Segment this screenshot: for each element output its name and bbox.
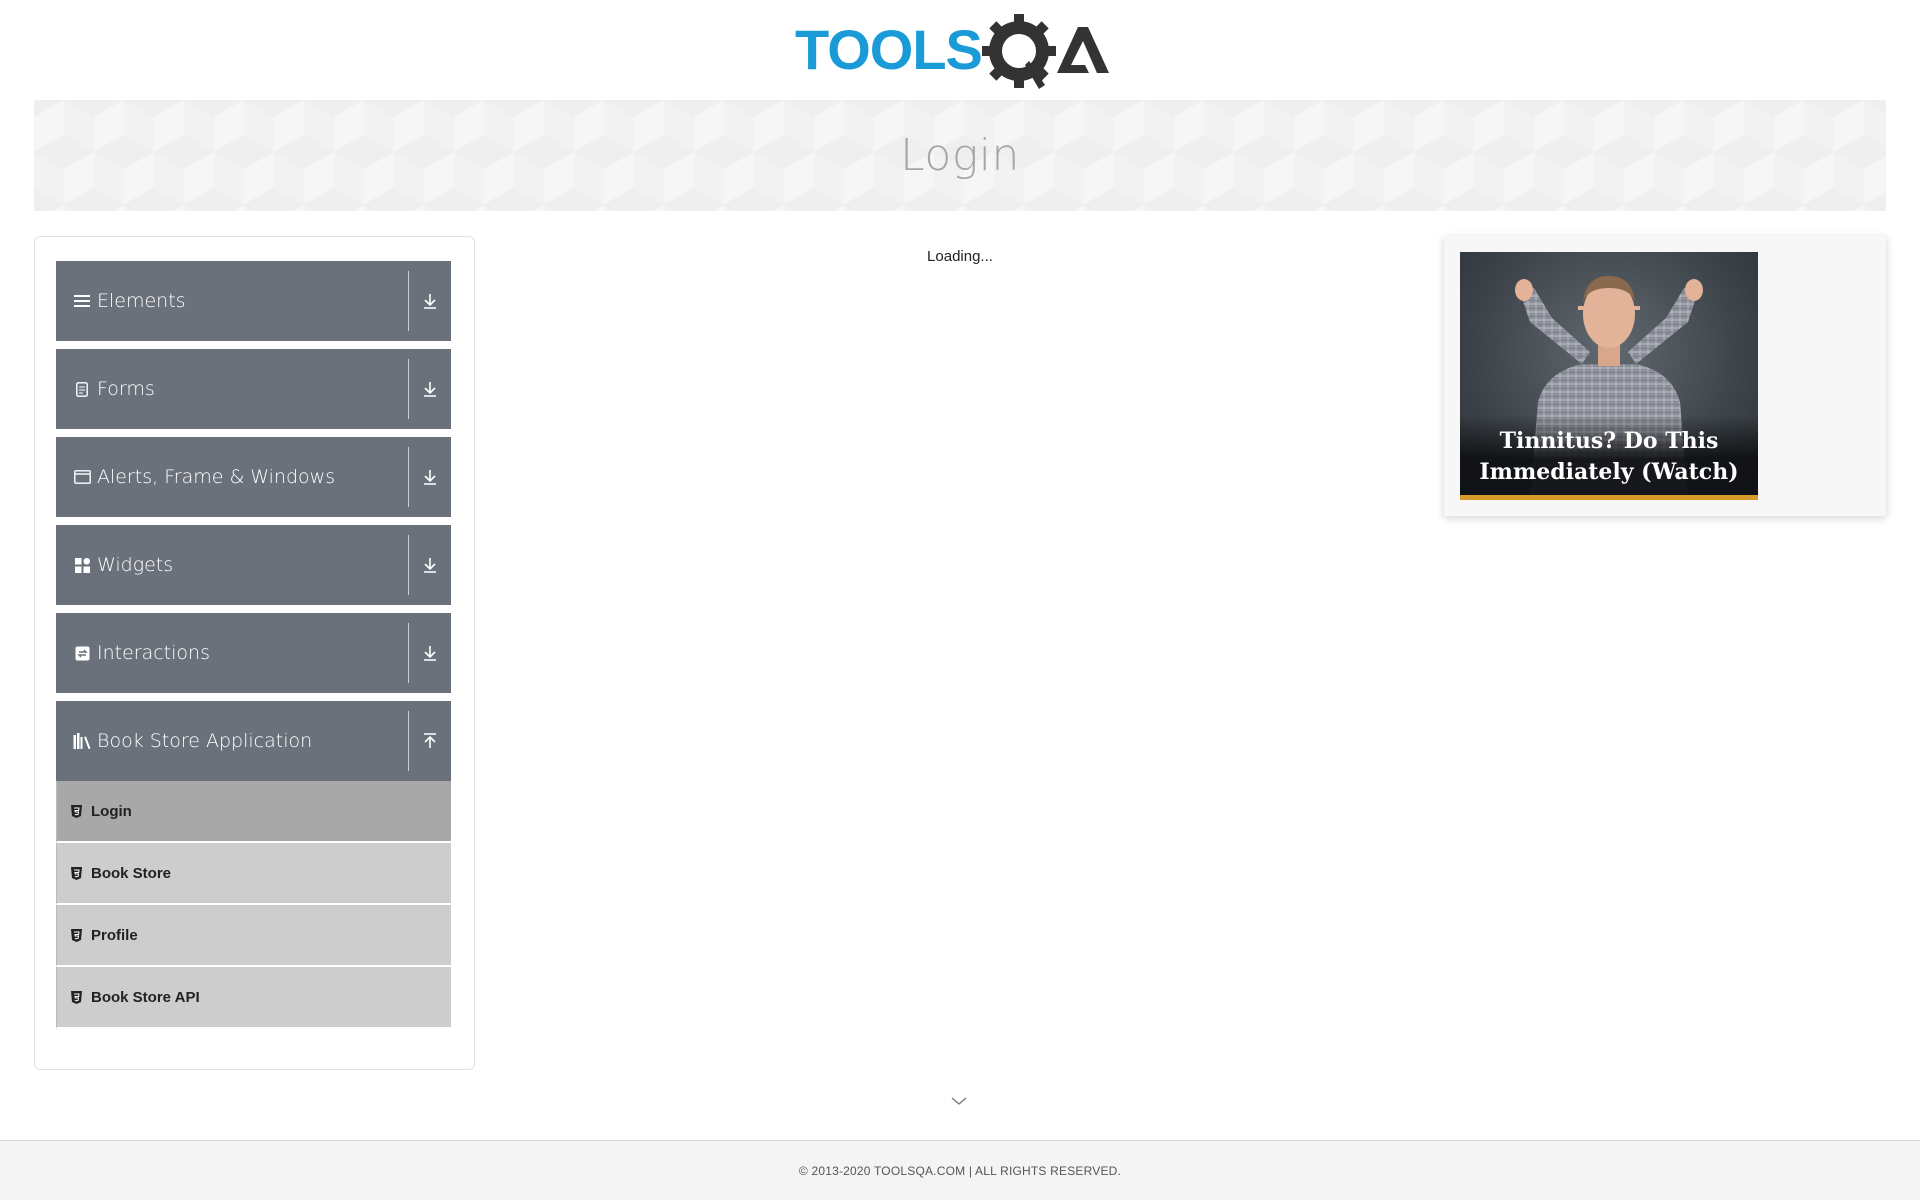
footer: © 2013-2020 TOOLSQA.COM | ALL RIGHTS RES… (0, 1140, 1920, 1200)
sidebar-group-label: Forms (97, 378, 155, 400)
sidebar-group-alerts-frame-windows[interactable]: Alerts, Frame & Windows (56, 437, 451, 517)
divider (408, 447, 409, 507)
sidebar: Elements Forms Alerts, Frame & Windows W… (34, 236, 475, 1070)
ad-headline-line2: Immediately (Watch) (1479, 459, 1739, 485)
expand-down-icon[interactable] (417, 525, 443, 605)
divider (408, 359, 409, 419)
interactions-icon (73, 644, 91, 662)
divider (408, 535, 409, 595)
sidebar-group-book-store-application[interactable]: Book Store Application (56, 701, 451, 781)
menu-icon (73, 292, 91, 310)
sidebar-group-interactions[interactable]: Interactions (56, 613, 451, 693)
html5-icon (71, 928, 83, 942)
window-icon (73, 468, 91, 486)
sidebar-item-label: Book Store API (91, 988, 200, 1006)
form-icon (73, 380, 91, 398)
sidebar-item-book-store[interactable]: Book Store (56, 843, 451, 905)
chevron-down-icon[interactable] (950, 1093, 968, 1111)
sidebar-item-label: Profile (91, 926, 138, 944)
sidebar-group-label: Alerts, Frame & Windows (97, 466, 336, 488)
sidebar-group-widgets[interactable]: Widgets (56, 525, 451, 605)
page-banner: Login (34, 100, 1886, 211)
sidebar-item-label: Book Store (91, 864, 172, 882)
sidebar-item-book-store-api[interactable]: Book Store API (56, 967, 451, 1029)
sidebar-group-label: Elements (97, 290, 186, 312)
sidebar-group-label: Book Store Application (97, 730, 313, 752)
copyright-text: © 2013-2020 TOOLSQA.COM | ALL RIGHTS RES… (798, 1163, 1122, 1178)
sidebar-item-label: Login (91, 802, 132, 820)
sidebar-group-label: Widgets (97, 554, 174, 576)
expand-down-icon[interactable] (417, 613, 443, 693)
divider (408, 711, 409, 771)
sidebar-item-login[interactable]: Login (56, 781, 451, 843)
ad-headline: Tinnitus? Do This Immediately (Watch) (1460, 426, 1758, 488)
html5-icon (71, 804, 83, 818)
divider (408, 623, 409, 683)
ad-image[interactable]: Tinnitus? Do This Immediately (Watch) (1460, 252, 1758, 500)
html5-icon (71, 990, 83, 1004)
sidebar-group-label: Interactions (97, 642, 210, 664)
page-title: Login (900, 130, 1020, 181)
expand-down-icon[interactable] (417, 437, 443, 517)
ad-headline-line1: Tinnitus? Do This (1499, 428, 1719, 454)
logo-graphic: TOOLS (795, 14, 1109, 89)
sidebar-item-profile[interactable]: Profile (56, 905, 451, 967)
header: TOOLS (0, 12, 1920, 92)
book-store-submenu: Login Book Store Profile Book Store API (56, 781, 451, 1029)
collapse-up-icon[interactable] (417, 701, 443, 781)
ad-stripe (1460, 495, 1758, 500)
widgets-icon (73, 556, 91, 574)
svg-text:TOOLS: TOOLS (795, 18, 982, 81)
sidebar-group-forms[interactable]: Forms (56, 349, 451, 429)
expand-down-icon[interactable] (417, 261, 443, 341)
html5-icon (71, 866, 83, 880)
sidebar-group-elements[interactable]: Elements (56, 261, 451, 341)
divider (408, 271, 409, 331)
ad-panel: Tinnitus? Do This Immediately (Watch) (1444, 236, 1886, 516)
bookshelf-icon (73, 732, 91, 750)
toolsqa-logo[interactable]: TOOLS (795, 13, 1125, 91)
expand-down-icon[interactable] (417, 349, 443, 429)
